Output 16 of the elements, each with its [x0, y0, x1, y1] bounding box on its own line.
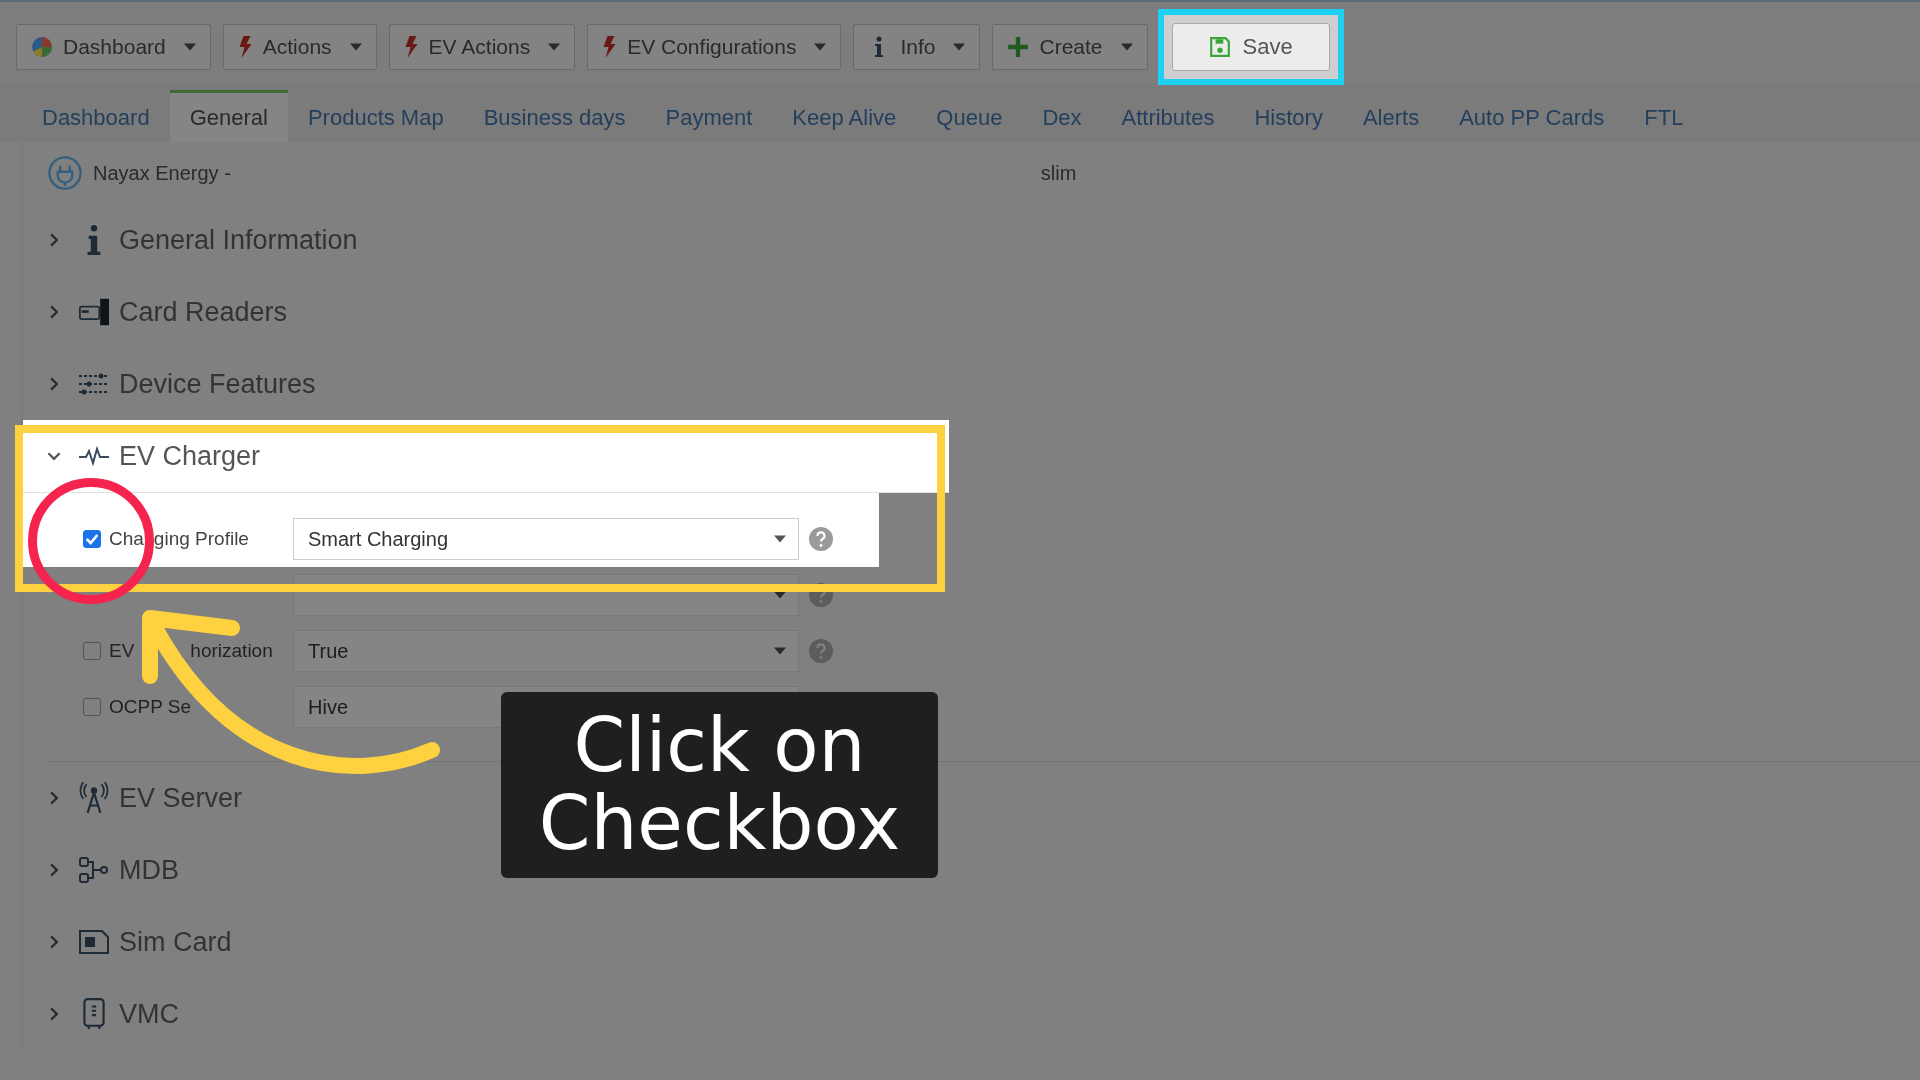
field-label: OCPP Se — [109, 696, 192, 718]
tutorial-tooltip: Click on Checkbox — [501, 692, 938, 878]
field-label: ging Profile — [153, 528, 249, 550]
field-label: horization — [190, 640, 273, 662]
field-label: Cha — [109, 528, 144, 550]
section-title: VMC — [119, 998, 179, 1030]
section-title: Device Features — [119, 368, 316, 400]
section-title: EV Charger — [119, 440, 261, 472]
section-title: General Information — [119, 224, 358, 256]
section-title: Sim Card — [119, 926, 232, 958]
section-title: Card Readers — [119, 296, 288, 328]
section-title: EV Server — [119, 782, 243, 814]
field-label: EV — [109, 640, 135, 662]
device-name: Nayax Energy - — [93, 161, 231, 185]
device-model: slim — [1040, 161, 1077, 185]
section-title: MDB — [119, 854, 179, 886]
